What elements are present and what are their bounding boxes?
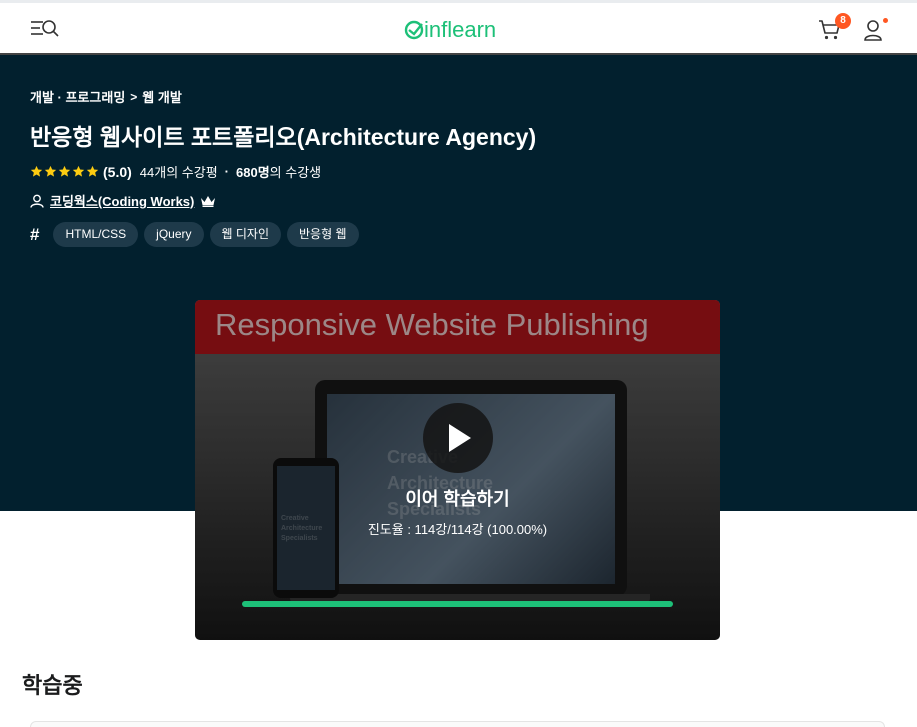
learning-section-title: 학습중 xyxy=(22,673,83,698)
student-count: 680명 xyxy=(236,165,270,180)
breadcrumb-subcategory[interactable]: 웹 개발 xyxy=(142,87,182,106)
instructor-info: 코딩웍스(Coding Works) xyxy=(30,191,216,210)
menu-search-button[interactable] xyxy=(30,17,60,41)
instructor-name-link[interactable]: 코딩웍스(Coding Works) xyxy=(50,191,194,210)
logo-mark-icon xyxy=(404,20,424,40)
tag-html-css[interactable]: HTML/CSS xyxy=(53,222,139,247)
play-button[interactable] xyxy=(423,403,493,473)
course-title: 반응형 웹사이트 포트폴리오(Architecture Agency) xyxy=(30,124,537,150)
course-tags: # HTML/CSS jQuery 웹 디자인 반응형 웹 xyxy=(30,222,359,247)
star-icon xyxy=(86,165,99,177)
crown-icon xyxy=(201,195,216,207)
play-icon xyxy=(449,424,471,452)
star-icon xyxy=(72,165,85,177)
course-rating: (5.0) 44개의 수강평 · 680명 의 수강생 xyxy=(30,162,321,181)
rating-score: (5.0) xyxy=(103,163,132,180)
top-navigation-bar: inflearn 8 xyxy=(0,0,917,55)
rating-separator: · xyxy=(224,164,230,179)
instructor-person-icon xyxy=(30,194,44,208)
progress-fill xyxy=(242,601,673,607)
tag-jquery[interactable]: jQuery xyxy=(144,222,204,247)
breadcrumb-separator: > xyxy=(130,89,138,104)
inflearn-logo[interactable]: inflearn xyxy=(404,16,516,46)
breadcrumb-category[interactable]: 개발 · 프로그래밍 xyxy=(30,87,125,106)
hashtag-icon: # xyxy=(30,224,40,244)
tag-web-design[interactable]: 웹 디자인 xyxy=(209,222,281,247)
notification-dot xyxy=(883,18,888,23)
logo-text: inflearn xyxy=(424,17,497,42)
student-count-suffix: 의 수강생 xyxy=(269,165,322,180)
course-video-player[interactable]: Responsive Website Publishing Creative A… xyxy=(195,300,720,640)
tag-responsive-web[interactable]: 반응형 웹 xyxy=(287,222,359,247)
progress-label: 진도율 : 114강/114강 (100.00%) xyxy=(367,522,548,537)
star-icon xyxy=(44,165,57,177)
progress-bar xyxy=(242,601,673,607)
continue-learning-label: 이어 학습하기 xyxy=(405,489,510,509)
user-icon xyxy=(864,20,882,41)
user-profile-button[interactable] xyxy=(863,19,883,41)
breadcrumb: 개발 · 프로그래밍 > 웹 개발 xyxy=(30,87,182,106)
star-icon xyxy=(58,165,71,177)
rating-stars xyxy=(30,165,99,178)
cart-count-badge: 8 xyxy=(835,13,851,29)
star-icon xyxy=(30,165,43,177)
review-count-link[interactable]: 44개의 수강평 xyxy=(140,162,218,181)
menu-search-icon xyxy=(31,20,59,37)
learning-card-edge xyxy=(30,721,885,727)
